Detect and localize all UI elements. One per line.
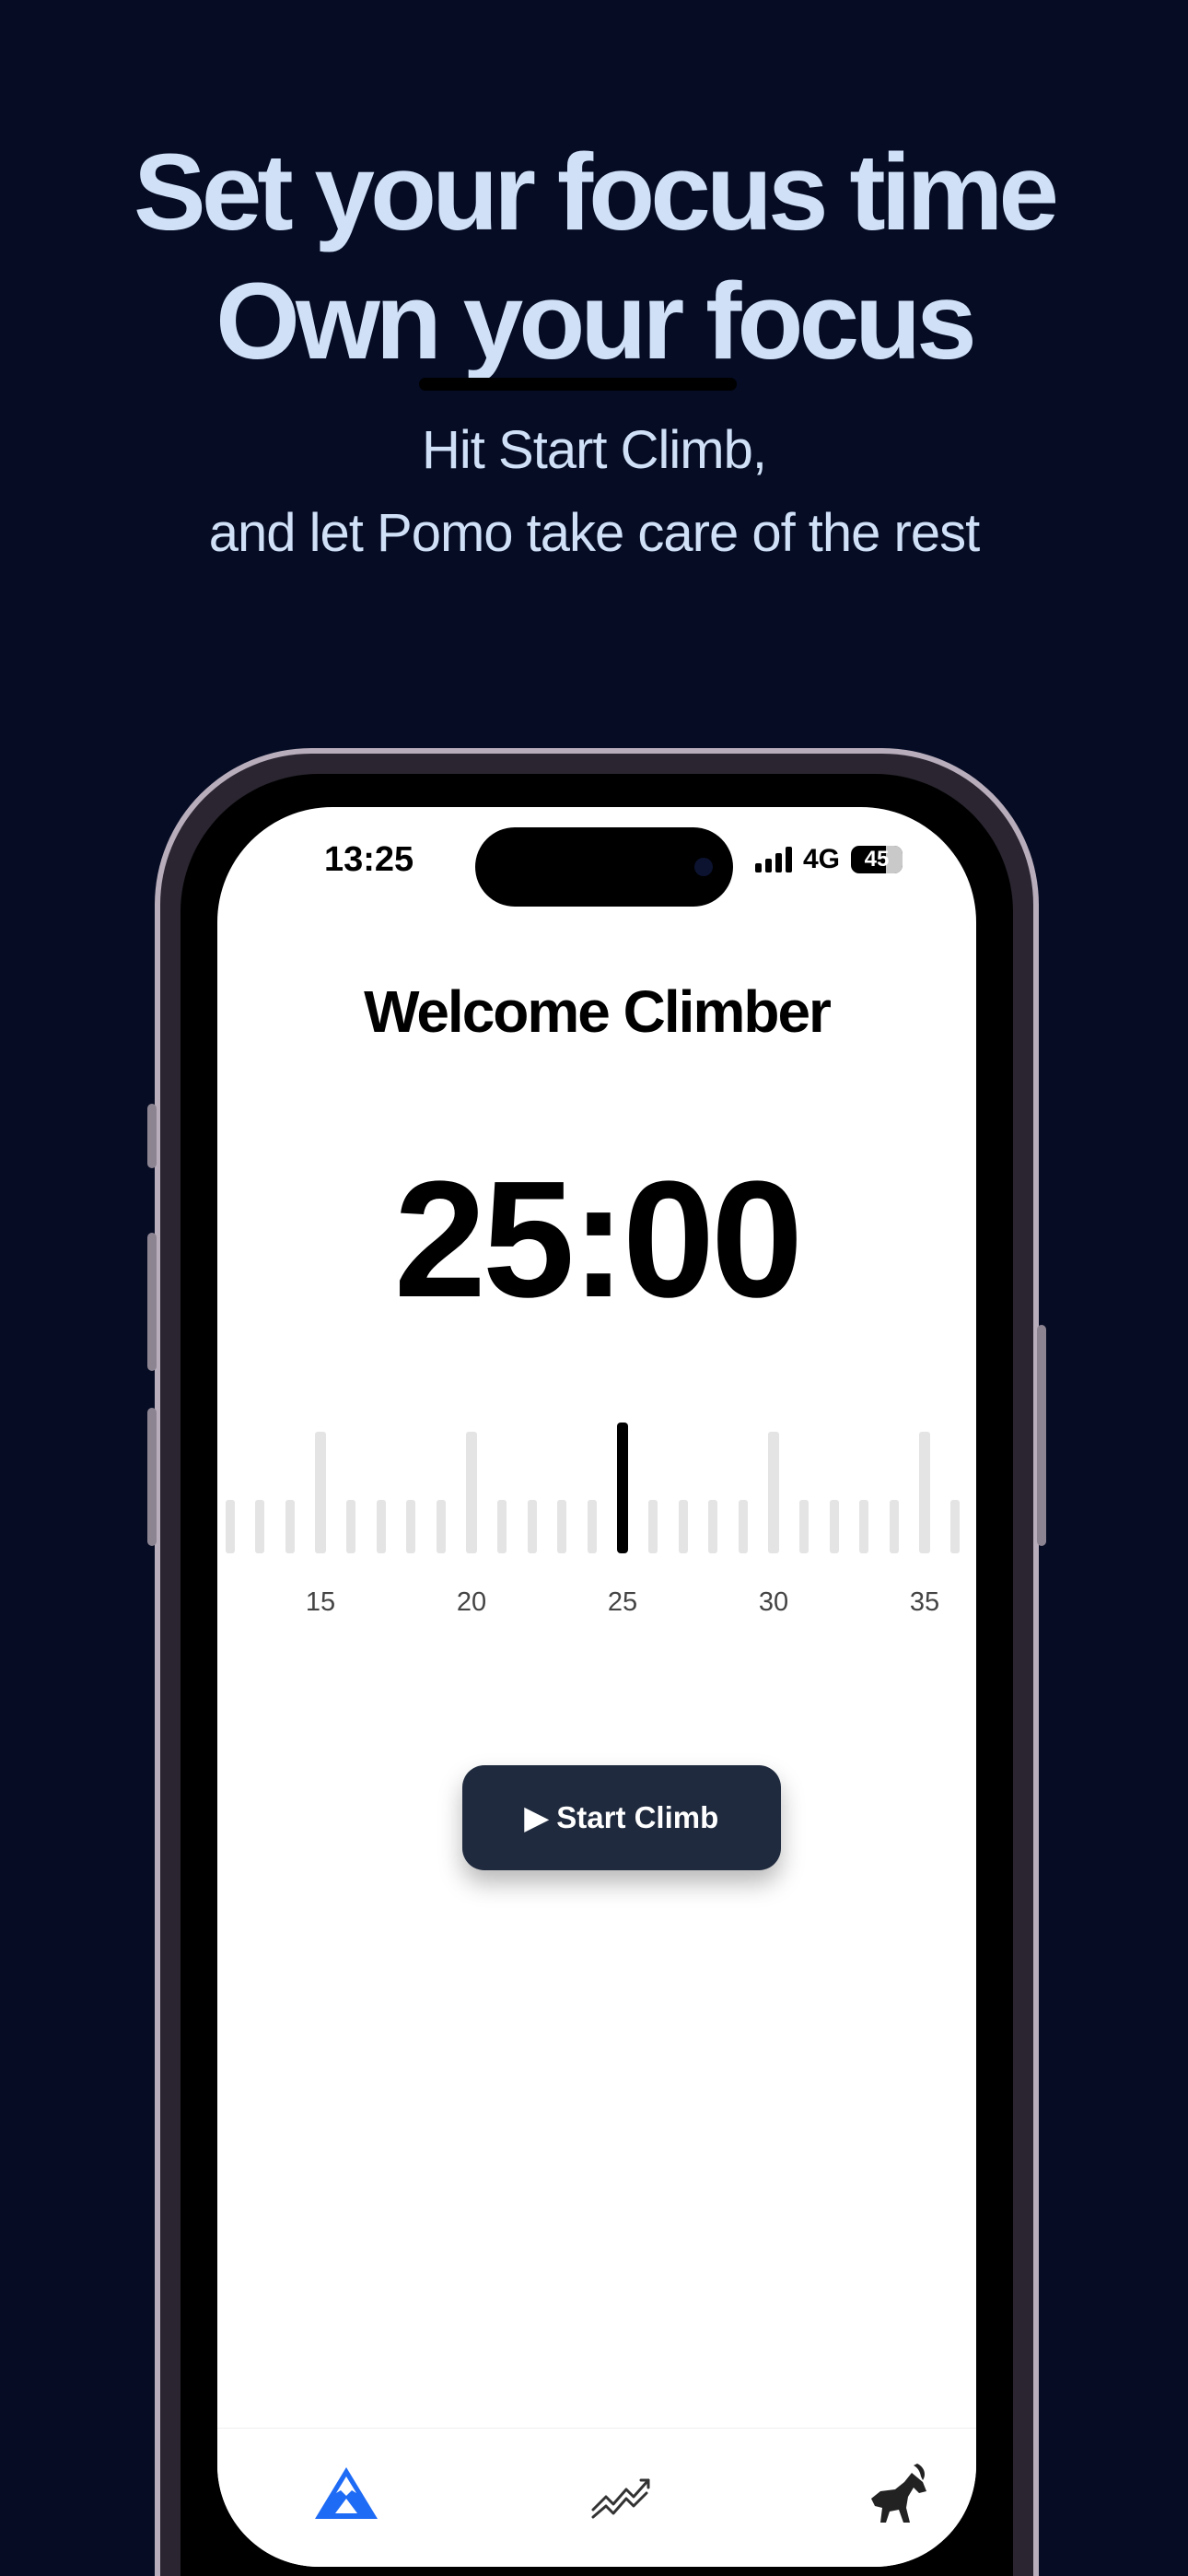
ruler-tick — [466, 1432, 477, 1553]
ruler-tick — [406, 1500, 416, 1553]
ruler-tick — [919, 1432, 930, 1553]
goat-icon — [871, 2464, 926, 2523]
ruler-tick — [225, 1500, 235, 1553]
battery-icon: 45 — [851, 846, 903, 873]
ruler-label: 25 — [607, 1587, 638, 1617]
ruler-tick — [890, 1500, 900, 1553]
ruler-label: 30 — [758, 1587, 789, 1617]
welcome-title: Welcome Climber — [364, 978, 832, 1045]
ruler-tick — [768, 1432, 779, 1553]
volume-up-button — [147, 1233, 157, 1371]
tab-bar — [217, 2428, 976, 2567]
tab-stats[interactable] — [586, 2456, 659, 2530]
minutes-ruler-slider[interactable]: 15 20 25 30 35 — [217, 1423, 976, 1618]
ruler-tick — [557, 1500, 567, 1553]
promo-headline-1: Set your focus time — [133, 132, 1059, 253]
ruler-selected-tick — [617, 1423, 628, 1553]
ruler-tick — [647, 1500, 658, 1553]
camera-icon — [694, 858, 713, 876]
ruler-tick — [588, 1500, 598, 1553]
ruler-label: 15 — [305, 1587, 336, 1617]
ruler-tick — [315, 1432, 326, 1553]
phone-bezel: 13:25 4G 45 Welcome Climber 25:00 15 20 25… — [181, 774, 1013, 2576]
headline-underline — [419, 378, 737, 391]
action-button — [147, 1104, 157, 1168]
ruler-tick — [829, 1500, 839, 1553]
ruler-tick — [527, 1500, 537, 1553]
ruler-label: 35 — [909, 1587, 940, 1617]
start-climb-button[interactable]: ▶ Start Climb — [462, 1765, 781, 1870]
ruler-tick — [859, 1500, 869, 1553]
network-type: 4G — [802, 844, 840, 874]
ruler-tick — [739, 1500, 749, 1553]
ruler-tick — [496, 1500, 507, 1553]
battery-level: 45 — [864, 847, 890, 872]
ruler-tick — [678, 1500, 688, 1553]
promo-subline-1: Hit Start Climb, — [422, 420, 767, 480]
phone-screen: 13:25 4G 45 Welcome Climber 25:00 15 20 25… — [217, 807, 976, 2567]
ruler-tick — [345, 1500, 355, 1553]
promo-subline-2: and let Pomo take care of the rest — [208, 503, 980, 563]
ruler-tick — [255, 1500, 265, 1553]
phone-frame: 13:25 4G 45 Welcome Climber 25:00 15 20 25… — [147, 748, 1046, 2576]
dynamic-island — [475, 827, 733, 907]
ruler-tick — [798, 1500, 809, 1553]
status-indicators: 4G 45 — [754, 844, 903, 875]
timer-display: 25:00 — [393, 1147, 803, 1332]
ruler-tick — [437, 1500, 447, 1553]
tab-profile[interactable] — [862, 2456, 936, 2530]
promo-headline-2: Own your focus — [215, 261, 977, 382]
ruler-tick — [285, 1500, 296, 1553]
trend-chart-icon — [591, 2478, 650, 2519]
power-button — [1037, 1325, 1046, 1546]
mountain-icon — [315, 2467, 378, 2519]
status-time: 13:25 — [324, 840, 414, 879]
ruler-tick — [949, 1500, 960, 1553]
ruler-tick — [708, 1500, 718, 1553]
ruler-label: 20 — [456, 1587, 487, 1617]
signal-icon — [754, 847, 792, 872]
volume-down-button — [147, 1408, 157, 1546]
ruler-tick — [376, 1500, 386, 1553]
tab-climb[interactable] — [309, 2456, 383, 2530]
